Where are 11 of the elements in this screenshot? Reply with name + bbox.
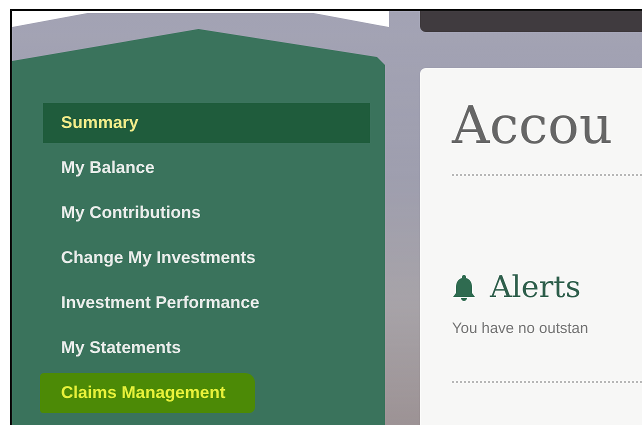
sidebar-item[interactable]: My Statements [43, 328, 370, 368]
sidebar-item[interactable]: My Contributions [43, 193, 370, 233]
sidebar-item[interactable]: Investment Performance [43, 283, 370, 323]
page-title: Accou [452, 95, 613, 158]
sidebar-item[interactable]: My Balance [43, 148, 370, 188]
sidebar-item[interactable]: Change My Investments [43, 238, 370, 278]
alerts-heading: Alerts [490, 270, 581, 306]
sidebar-item[interactable]: Summary [43, 103, 370, 143]
bell-icon [452, 274, 476, 302]
alerts-message: You have no outstan [452, 320, 590, 337]
sidebar-item[interactable]: Claims Management [40, 373, 256, 413]
